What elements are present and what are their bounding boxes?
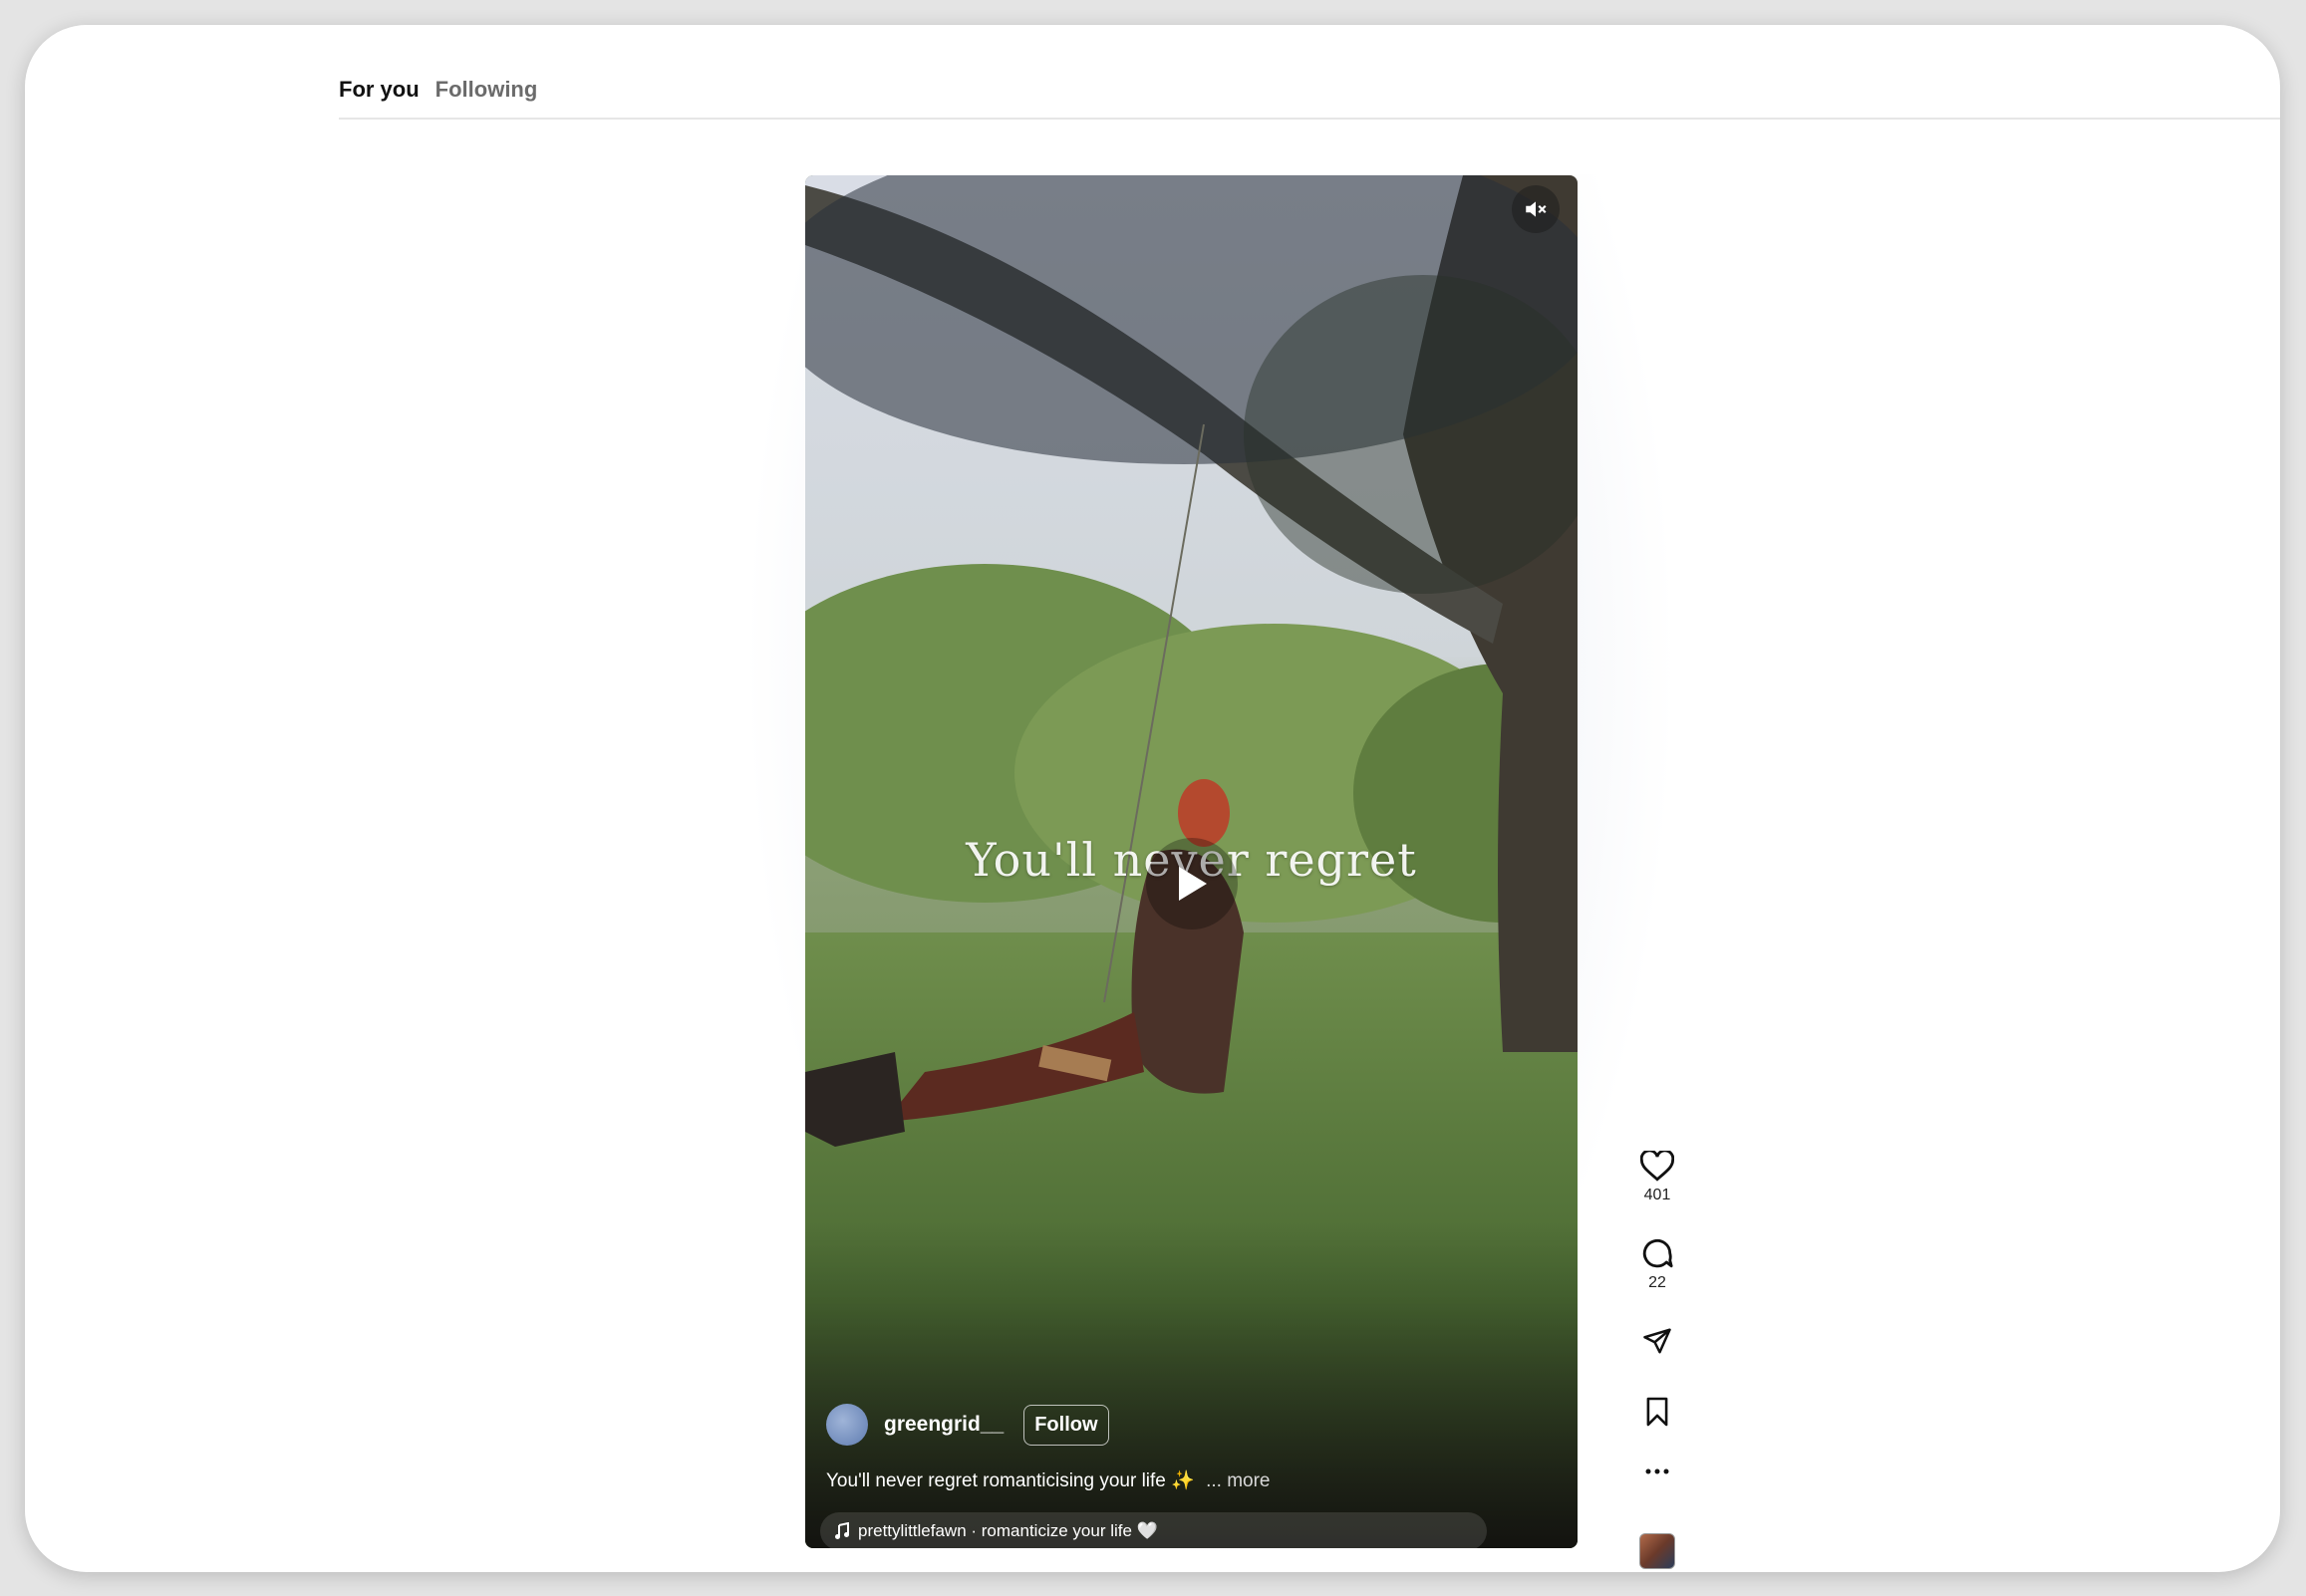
like-count: 401 [1643, 1187, 1671, 1203]
like-button[interactable]: 401 [1617, 1151, 1697, 1204]
feed-tabs: For you Following [339, 77, 537, 103]
caption-text: You'll never regret romanticising your l… [826, 1470, 1195, 1491]
author-avatar[interactable] [826, 1404, 868, 1446]
tab-following[interactable]: Following [435, 77, 538, 103]
share-button[interactable] [1617, 1326, 1697, 1356]
mute-toggle-button[interactable] [1512, 185, 1560, 233]
bookmark-icon [1646, 1397, 1668, 1427]
audio-thumbnail-avatar[interactable] [1639, 1533, 1675, 1569]
more-icon [1645, 1468, 1669, 1474]
comment-icon [1642, 1238, 1673, 1268]
author-username[interactable]: greengrid__ [884, 1413, 1004, 1437]
play-icon [1179, 867, 1207, 901]
play-button[interactable] [1146, 838, 1238, 930]
audio-track-pill[interactable]: prettylittlefawn · romanticize your life… [820, 1512, 1487, 1548]
send-icon [1643, 1328, 1671, 1354]
comment-count: 22 [1648, 1274, 1666, 1291]
music-note-icon [835, 1522, 849, 1539]
follow-button[interactable]: Follow [1023, 1404, 1109, 1446]
video-caption: You'll never regret romanticising your l… [826, 1468, 1271, 1492]
tab-for-you[interactable]: For you [339, 77, 420, 103]
comment-button[interactable]: 22 [1617, 1236, 1697, 1292]
tabs-divider [339, 118, 2280, 120]
save-button[interactable] [1617, 1396, 1697, 1428]
more-options-button[interactable] [1617, 1467, 1697, 1475]
app-window: For you Following You'll never regret gr… [25, 25, 2280, 1572]
caption-more-link[interactable]: ... more [1206, 1470, 1270, 1491]
heart-icon [1640, 1151, 1674, 1182]
audio-track-label: prettylittlefawn · romanticize your life… [858, 1521, 1158, 1540]
author-row: greengrid__ Follow [826, 1404, 1109, 1446]
muted-speaker-icon [1526, 201, 1547, 217]
reel-video[interactable]: You'll never regret greengrid__ Follow Y… [805, 175, 1578, 1548]
